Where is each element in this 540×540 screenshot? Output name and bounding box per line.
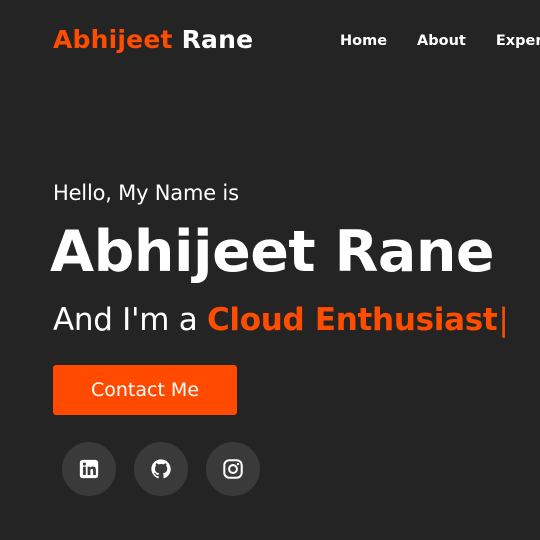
navbar: Abhijeet Rane Home About Experience <box>0 0 540 84</box>
instagram-icon <box>222 458 244 480</box>
contact-me-button[interactable]: Contact Me <box>53 365 237 415</box>
hero-name: Abhijeet Rane <box>50 219 495 285</box>
social-links <box>62 442 260 496</box>
nav-about-link[interactable]: About <box>417 33 466 49</box>
nav-experience-link[interactable]: Experience <box>496 33 540 49</box>
hero-greeting: Hello, My Name is <box>53 181 239 205</box>
linkedin-icon <box>78 458 100 480</box>
role-highlight: Cloud Enthusiast <box>206 302 498 338</box>
instagram-link[interactable] <box>206 442 260 496</box>
logo-last-name: Rane <box>181 25 254 54</box>
nav-menu: Home About Experience <box>340 33 540 49</box>
logo-first-name: Abhijeet <box>53 25 173 54</box>
role-prefix: And I'm a <box>53 302 198 338</box>
hero-role: And I'm a Cloud Enthusiast| <box>53 302 509 338</box>
portfolio-page: Abhijeet Rane Home About Experience Hell… <box>0 0 540 540</box>
github-icon <box>150 458 172 480</box>
github-link[interactable] <box>134 442 188 496</box>
site-logo[interactable]: Abhijeet Rane <box>53 25 253 54</box>
nav-home-link[interactable]: Home <box>340 33 387 49</box>
linkedin-link[interactable] <box>62 442 116 496</box>
typing-cursor: | <box>498 302 509 338</box>
